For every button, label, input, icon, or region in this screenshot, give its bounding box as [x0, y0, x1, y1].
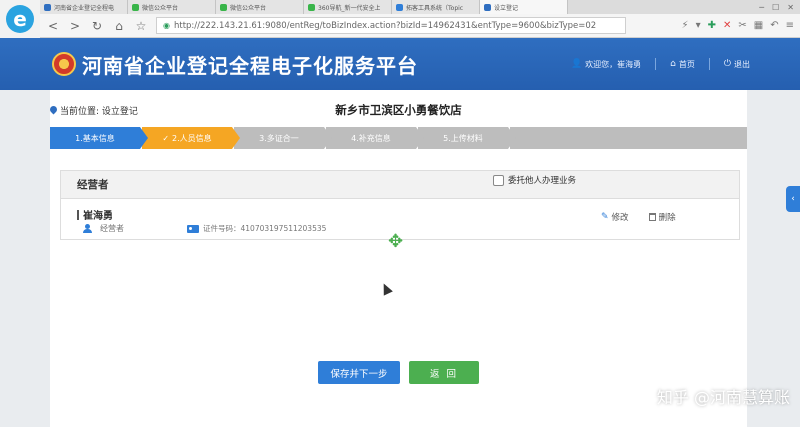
trash-icon — [648, 213, 656, 221]
header-user-area: 👤 欢迎您，崔海勇 ⌂ 首页 ⏻ 退出 — [571, 38, 750, 90]
close-window-icon[interactable]: ✕ — [787, 3, 794, 12]
browser-tab[interactable]: 拓客工具系统（Topic — [392, 0, 480, 14]
side-collapse-handle[interactable]: ‹ — [786, 186, 800, 212]
house-icon: ⌂ — [670, 59, 676, 69]
browser-e-icon: e — [6, 5, 34, 33]
browser-tab[interactable]: 微信公众平台 — [216, 0, 304, 14]
forward-arrow-icon[interactable]: > — [68, 19, 82, 33]
block-icon[interactable]: ✕ — [723, 20, 731, 31]
person-icon — [83, 224, 92, 233]
browser-tab[interactable]: 微信公众平台 — [128, 0, 216, 14]
extension-icon[interactable]: ✚ — [708, 20, 716, 31]
delete-button[interactable]: 删除 — [648, 211, 676, 223]
mouse-pointer-icon — [379, 281, 393, 296]
step-5[interactable]: 5.上传材料 — [418, 127, 516, 149]
tab-title: 微信公众平台 — [142, 4, 179, 12]
url-input[interactable]: ◉ http://222.143.21.61:9080/entReg/toBiz… — [156, 17, 626, 34]
tab-title: 设立登记 — [494, 4, 519, 12]
divider — [708, 58, 710, 70]
minimize-icon[interactable]: ─ — [759, 3, 764, 12]
step-label: 3.多证合一 — [259, 133, 299, 143]
star-icon[interactable]: ☆ — [134, 19, 148, 33]
browser-toolbar-right: ⚡ ▾ ✚ ✕ ✂ ▦ ↶ ≡ — [682, 20, 794, 31]
dropdown-icon[interactable]: ▾ — [696, 20, 701, 31]
menu-icon[interactable]: ≡ — [786, 20, 794, 31]
step-label: 1.基本信息 — [75, 133, 115, 143]
tab-favicon-icon — [44, 3, 51, 11]
browser-tab[interactable]: 360导航_新一代安全上 — [304, 0, 392, 14]
step-3[interactable]: 3.多证合一 — [234, 127, 332, 149]
tab-favicon-icon — [484, 3, 491, 11]
browser-tabbar: 河南省企业登记全程电 微信公众平台 微信公众平台 360导航_新一代安全上 拓客工具系统… — [40, 0, 800, 14]
panel-header: 经营者 委托他人办理业务 — [61, 171, 739, 199]
lightning-icon[interactable]: ⚡ — [682, 20, 689, 31]
panel-title: 经营者 — [77, 179, 109, 191]
step-progress: 1.基本信息 ✓ 2.人员信息 3.多证合一 4.补充信息 5.上传材料 — [50, 127, 747, 149]
power-icon: ⏻ — [723, 59, 731, 69]
watermark: 知乎 @河南慧算账 — [656, 388, 790, 407]
operator-panel: 经营者 委托他人办理业务 崔海勇 经营者 证件号码：41070319751120… — [60, 170, 740, 240]
logout-link[interactable]: ⏻ 退出 — [724, 59, 750, 70]
person-name: 崔海勇 — [77, 207, 113, 222]
id-card-icon — [187, 224, 199, 233]
tab-favicon-icon — [396, 3, 403, 11]
row-actions: ✎ 修改 删除 — [601, 211, 676, 223]
move-cursor-icon: ✥ — [388, 231, 404, 252]
main-content: 当前位置: 设立登记 新乡市卫滨区小勇餐饮店 1.基本信息 ✓ 2.人员信息 3.多证… — [50, 90, 747, 427]
url-text: http://222.143.21.61:9080/entReg/toBizIn… — [173, 20, 597, 31]
address-bar: < > ↻ ⌂ ☆ ◉ http://222.143.21.61:9080/en… — [40, 14, 800, 38]
site-title: 河南省企业登记全程电子化服务平台 — [82, 53, 418, 78]
step-1[interactable]: 1.基本信息 — [50, 127, 148, 149]
grid-icon[interactable]: ▦ — [754, 20, 763, 31]
tab-favicon-icon — [220, 3, 227, 11]
chevron-left-icon: ‹ — [791, 194, 795, 204]
welcome-user[interactable]: 👤 欢迎您，崔海勇 — [571, 59, 641, 70]
tab-title: 360导航_新一代安全上 — [318, 4, 381, 12]
step-label: 5.上传材料 — [443, 133, 483, 143]
browser-tab[interactable]: 河南省企业登记全程电 — [40, 0, 128, 14]
back-button[interactable]: 返 回 — [409, 361, 479, 384]
person-role: 经营者 — [83, 223, 124, 234]
user-icon: 👤 — [570, 59, 583, 69]
step-label: 2.人员信息 — [172, 133, 212, 143]
home-icon[interactable]: ⌂ — [112, 19, 126, 33]
step-track — [510, 127, 747, 149]
step-label: 4.补充信息 — [351, 133, 391, 143]
undo-icon[interactable]: ↶ — [770, 20, 778, 31]
step-4[interactable]: 4.补充信息 — [326, 127, 424, 149]
check-icon: ✓ — [162, 133, 170, 143]
browser-logo: e — [0, 0, 40, 38]
tab-favicon-icon — [132, 3, 139, 11]
home-link[interactable]: ⌂ 首页 — [670, 59, 695, 70]
cut-icon[interactable]: ✂ — [738, 20, 746, 31]
secure-icon: ◉ — [163, 21, 170, 30]
back-arrow-icon[interactable]: < — [46, 19, 60, 33]
site-header: 河南省企业登记全程电子化服务平台 👤 欢迎您，崔海勇 ⌂ 首页 ⏻ 退出 — [0, 38, 800, 90]
maximize-icon[interactable]: ☐ — [772, 3, 779, 12]
national-emblem-icon — [52, 52, 76, 76]
window-controls: ─ ☐ ✕ — [759, 0, 800, 14]
delegate-checkbox[interactable] — [493, 174, 504, 186]
tab-title: 河南省企业登记全程电 — [54, 4, 115, 12]
pencil-icon: ✎ — [601, 212, 609, 222]
save-next-button[interactable]: 保存并下一步 — [318, 361, 400, 384]
step-2[interactable]: ✓ 2.人员信息 — [142, 127, 240, 149]
edit-button[interactable]: ✎ 修改 — [601, 211, 629, 223]
tab-favicon-icon — [308, 3, 315, 11]
divider — [655, 58, 657, 70]
company-name: 新乡市卫滨区小勇餐饮店 — [335, 103, 462, 117]
tab-title: 拓客工具系统（Topic — [406, 4, 464, 12]
refresh-icon[interactable]: ↻ — [90, 19, 104, 33]
delegate-option[interactable]: 委托他人办理业务 — [493, 174, 576, 186]
browser-tab[interactable]: 设立登记 — [480, 0, 568, 14]
tab-title: 微信公众平台 — [230, 4, 267, 12]
person-id: 证件号码：410703197511203535 — [187, 223, 326, 234]
